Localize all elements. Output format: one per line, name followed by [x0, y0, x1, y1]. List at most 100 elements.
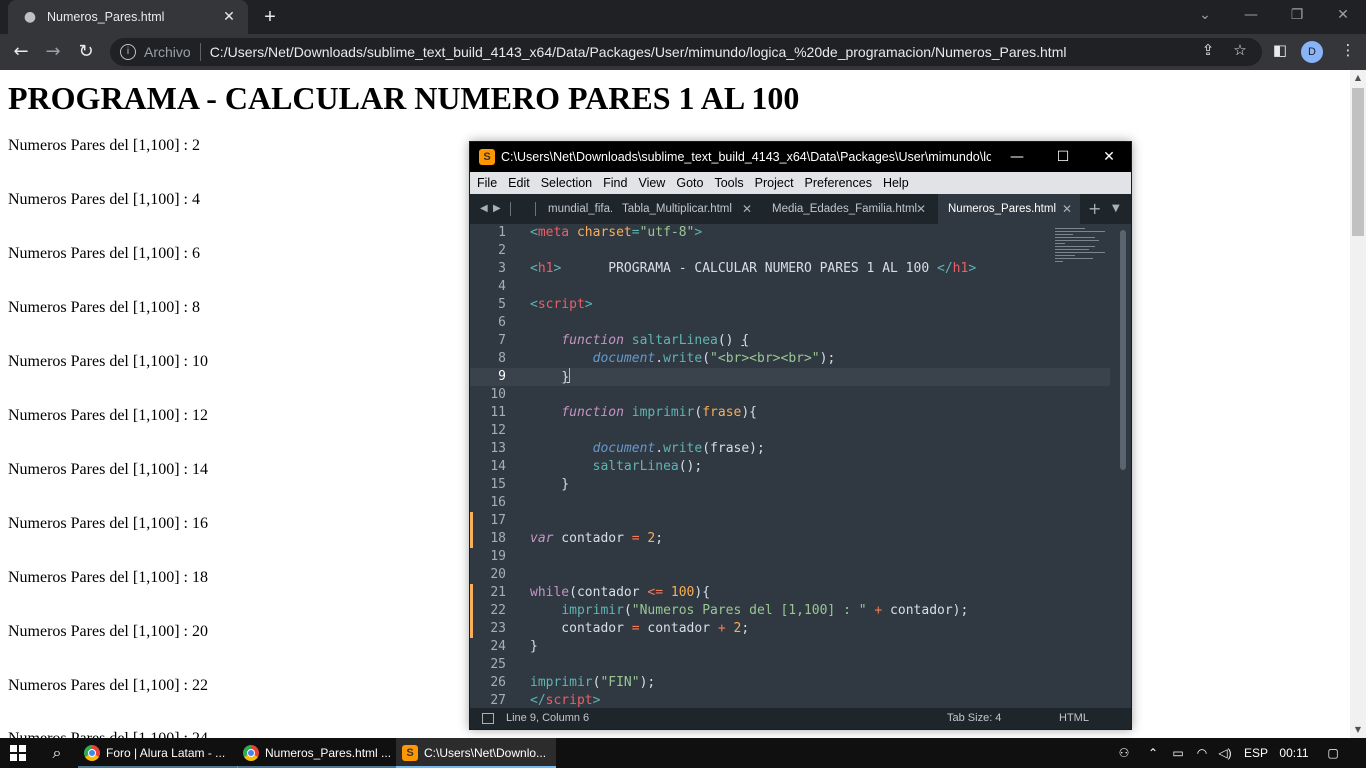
browser-tab[interactable]: ● Numeros_Pares.html ✕	[8, 0, 248, 34]
menu-project[interactable]: Project	[755, 176, 794, 190]
line-number: 22	[490, 603, 506, 618]
close-window-icon[interactable]: ✕	[1320, 0, 1366, 30]
sublime-close-icon[interactable]: ✕	[1086, 142, 1132, 172]
sublime-tab-bar: ◀ ▶ mundial_fifa.h Tabla_Multiplicar.htm…	[470, 194, 1131, 224]
code-line: 13 document.write(frase);	[470, 440, 1110, 458]
cursor-position: Line 9, Column 6	[506, 712, 590, 724]
line-number: 5	[498, 297, 506, 312]
tab-list-chevron-icon[interactable]: ▼	[1112, 194, 1120, 224]
side-panel-icon[interactable]: ◧	[1268, 38, 1292, 62]
tab-mundial-fifa[interactable]: mundial_fifa.h	[538, 194, 612, 224]
bookmark-star-icon[interactable]: ☆	[1228, 38, 1252, 62]
back-arrow-icon[interactable]: ←	[9, 40, 33, 64]
new-tab-icon[interactable]: +	[1088, 194, 1101, 224]
browser-toolbar: ← → ↻ i Archivo C:/Users/Net/Downloads/s…	[0, 34, 1366, 70]
menu-view[interactable]: View	[638, 176, 665, 190]
tab-close-icon[interactable]: ✕	[220, 9, 238, 25]
tab-close-icon[interactable]: ✕	[742, 194, 752, 224]
tab-numeros-pares[interactable]: Numeros_Pares.html ✕	[938, 194, 1080, 224]
line-number: 3	[498, 261, 506, 276]
syntax-label[interactable]: HTML	[1059, 708, 1089, 729]
address-bar[interactable]: i Archivo C:/Users/Net/Downloads/sublime…	[110, 38, 1262, 66]
menu-tools[interactable]: Tools	[714, 176, 743, 190]
windows-start-icon[interactable]	[10, 745, 26, 761]
line-number: 14	[490, 459, 506, 474]
reload-icon[interactable]: ↻	[74, 40, 98, 64]
people-icon[interactable]: ⚇	[1114, 738, 1134, 768]
clock[interactable]: 00:11	[1276, 738, 1312, 768]
code-line: 17	[470, 512, 1110, 530]
sublime-title-bar[interactable]: S C:\Users\Net\Downloads\sublime_text_bu…	[470, 142, 1131, 172]
sublime-menu-bar: File Edit Selection Find View Goto Tools…	[470, 172, 1131, 194]
profile-avatar[interactable]: D	[1301, 41, 1323, 63]
code-line: 19	[470, 548, 1110, 566]
line-number: 13	[490, 441, 506, 456]
line-number: 19	[490, 549, 506, 564]
menu-kebab-icon[interactable]: ⋮	[1336, 38, 1360, 62]
address-separator	[199, 43, 201, 61]
menu-selection[interactable]: Selection	[541, 176, 592, 190]
tab-media-edades[interactable]: Media_Edades_Familia.html ✕	[762, 194, 934, 224]
minimize-icon[interactable]: —	[1228, 0, 1274, 30]
volume-icon[interactable]: ◁)	[1215, 738, 1235, 768]
search-icon[interactable]: ⌕	[45, 738, 69, 768]
line-number: 25	[490, 657, 506, 672]
line-number: 7	[498, 333, 506, 348]
taskbar-item-chrome-foro[interactable]: Foro | Alura Latam - ...	[78, 738, 238, 768]
scroll-up-icon[interactable]: ▲	[1350, 70, 1366, 86]
code-line: 15 }	[470, 476, 1110, 494]
url-text[interactable]: C:/Users/Net/Downloads/sublime_text_buil…	[210, 44, 1067, 60]
line-number: 4	[498, 279, 506, 294]
line-number: 24	[490, 639, 506, 654]
output-line: Numeros Pares del [1,100] : 8	[8, 299, 200, 316]
taskbar-item-sublime[interactable]: S C:\Users\Net\Downlo...	[396, 738, 556, 768]
sublime-maximize-icon[interactable]: ☐	[1040, 142, 1086, 172]
code-editor[interactable]: 1 <meta charset="utf-8"> 2 3 <h1> PROGRAMA…	[470, 224, 1131, 708]
code-line: 27 </script>	[470, 692, 1110, 708]
code-line: 26 imprimir("FIN");	[470, 674, 1110, 692]
tab-next-icon[interactable]: ▶	[493, 194, 501, 224]
tab-prev-icon[interactable]: ◀	[480, 194, 488, 224]
chevron-up-icon[interactable]: ⌃	[1144, 738, 1162, 768]
menu-find[interactable]: Find	[603, 176, 627, 190]
windows-taskbar: ⌕ Foro | Alura Latam - ... Numeros_Pares…	[0, 738, 1366, 768]
new-tab-button[interactable]: +	[258, 5, 282, 29]
battery-icon[interactable]: ▭	[1168, 738, 1188, 768]
menu-file[interactable]: File	[477, 176, 497, 190]
forward-arrow-icon[interactable]: →	[41, 40, 65, 64]
output-line: Numeros Pares del [1,100] : 16	[8, 515, 208, 532]
line-number: 20	[490, 567, 506, 582]
code-line: 4	[470, 278, 1110, 296]
code-line: 16	[470, 494, 1110, 512]
language-indicator[interactable]: ESP	[1242, 738, 1270, 768]
scroll-thumb[interactable]	[1352, 88, 1364, 236]
taskbar-item-chrome-numeros[interactable]: Numeros_Pares.html ...	[237, 738, 397, 768]
sublime-minimize-icon[interactable]: —	[994, 142, 1040, 172]
chrome-icon	[84, 745, 100, 761]
page-scrollbar[interactable]: ▲ ▼	[1350, 70, 1366, 738]
panel-toggle-icon[interactable]	[482, 713, 494, 724]
menu-goto[interactable]: Goto	[676, 176, 703, 190]
menu-preferences[interactable]: Preferences	[805, 176, 872, 190]
info-icon[interactable]: i	[120, 44, 136, 60]
tab-close-icon[interactable]: ✕	[1062, 194, 1072, 224]
wifi-icon[interactable]: ◠	[1192, 738, 1212, 768]
taskbar-label: C:\Users\Net\Downlo...	[424, 746, 547, 760]
scroll-down-icon[interactable]: ▼	[1350, 722, 1366, 738]
notification-icon[interactable]: ▢	[1322, 738, 1344, 768]
menu-edit[interactable]: Edit	[508, 176, 530, 190]
tab-close-icon[interactable]: ✕	[916, 194, 926, 224]
editor-scrollbar[interactable]	[1120, 230, 1126, 470]
tab-size[interactable]: Tab Size: 4	[947, 708, 1001, 729]
share-icon[interactable]: ⇪	[1196, 38, 1220, 62]
menu-help[interactable]: Help	[883, 176, 909, 190]
sublime-logo-icon: S	[479, 149, 495, 165]
restore-icon[interactable]: ❐	[1274, 0, 1320, 30]
tab-tabla-multiplicar[interactable]: Tabla_Multiplicar.html ✕	[612, 194, 760, 224]
chrome-icon	[243, 745, 259, 761]
line-number: 26	[490, 675, 506, 690]
output-line: Numeros Pares del [1,100] : 24	[8, 730, 208, 738]
output-line: Numeros Pares del [1,100] : 12	[8, 407, 208, 424]
tab-search-chevron-icon[interactable]: ⌄	[1182, 0, 1228, 30]
tab-label: Media_Edades_Familia.html	[772, 203, 918, 215]
